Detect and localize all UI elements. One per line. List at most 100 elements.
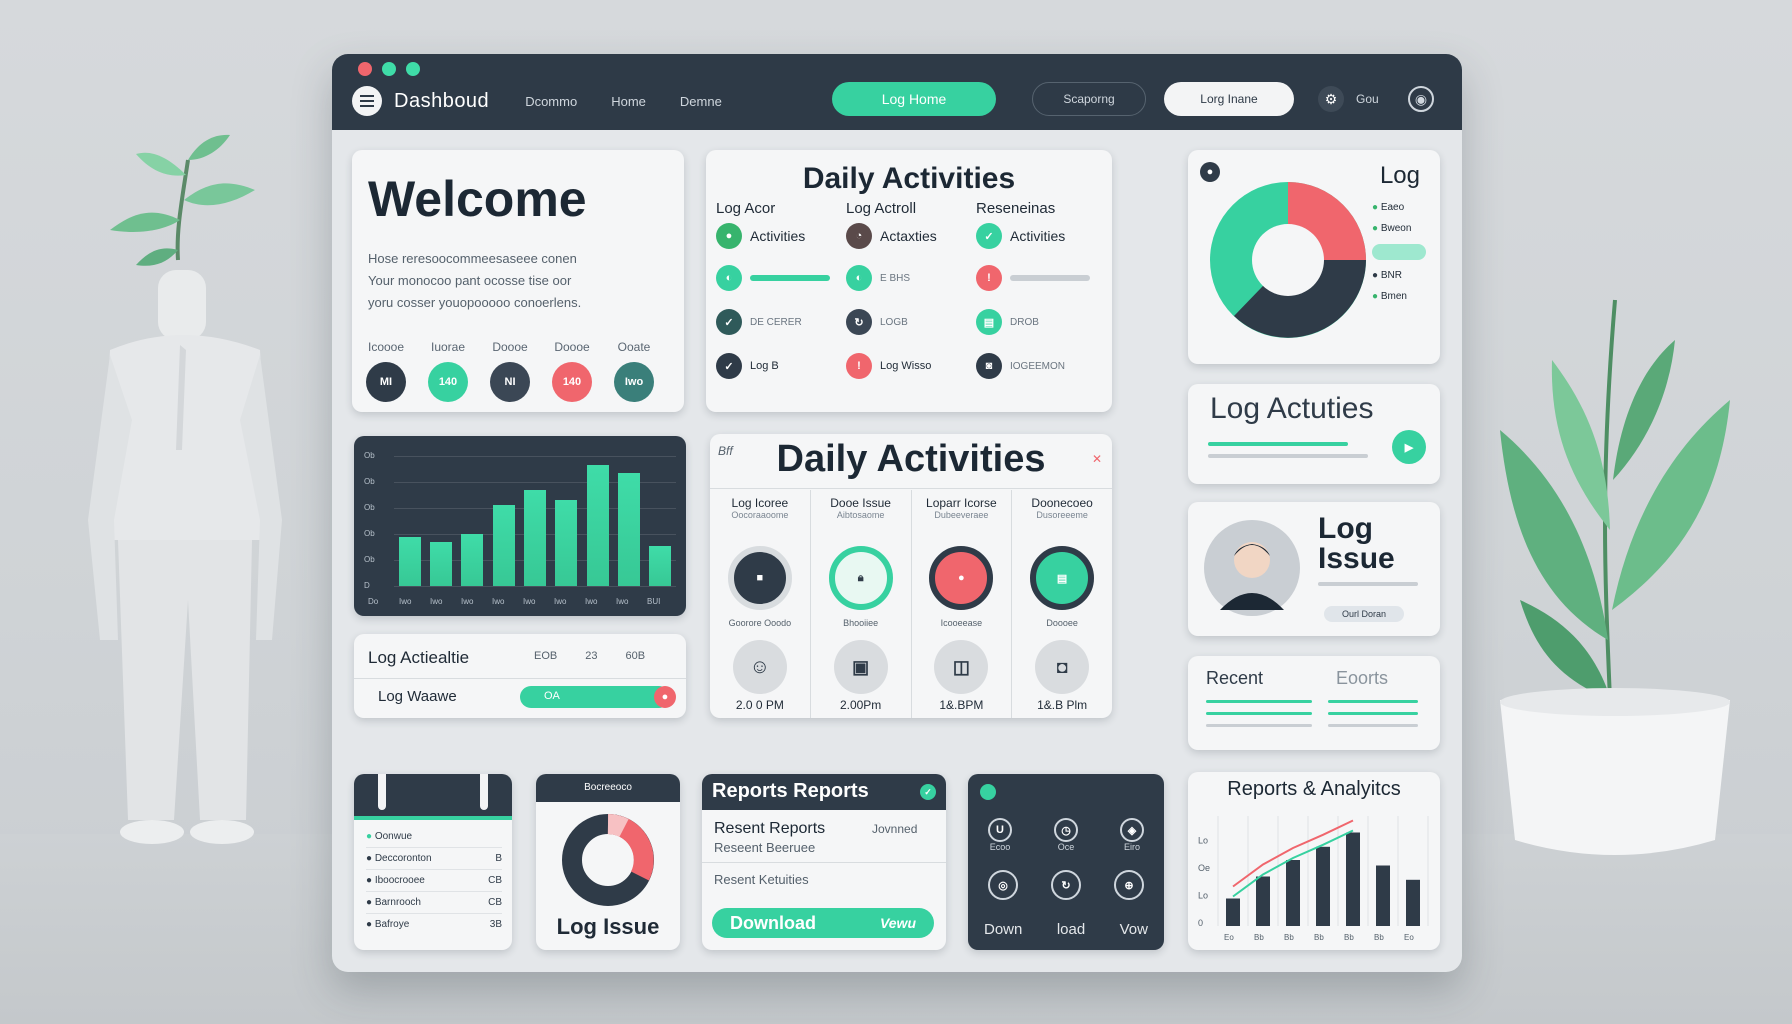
- column-sub: Dusoreeeme: [1036, 510, 1088, 520]
- calendar-item[interactable]: ● Deccoronton B: [366, 848, 502, 870]
- activity-row[interactable]: ◐ E BHS: [846, 265, 972, 291]
- nav-link-3[interactable]: Demne: [680, 94, 722, 109]
- download-button[interactable]: Download: [730, 913, 816, 934]
- activity-row[interactable]: ✓ Activities: [976, 223, 1102, 249]
- bar[interactable]: [586, 465, 609, 586]
- donut-header: Bocreeoco: [536, 774, 680, 802]
- download-item[interactable]: ◈ Eiro: [1120, 818, 1144, 852]
- issue-button[interactable]: Ourl Doran: [1324, 606, 1404, 622]
- analytics-bar[interactable]: [1376, 865, 1390, 927]
- row-label: LOGB: [880, 316, 908, 328]
- item-label: Barnrooch: [374, 897, 421, 908]
- bar[interactable]: [618, 472, 640, 586]
- x-tick-label: Do: [368, 597, 379, 606]
- nav-link-1[interactable]: Dcommo: [525, 94, 577, 109]
- alert-icon[interactable]: ●: [929, 546, 994, 610]
- bar[interactable]: [524, 489, 546, 586]
- activity-row[interactable]: ✓ DE CERER: [716, 309, 842, 335]
- stat-item[interactable]: Icoooe MI: [366, 340, 406, 402]
- alert-icon[interactable]: ●: [654, 686, 676, 708]
- stat-item[interactable]: Ooate Iwo: [614, 340, 654, 402]
- view-label[interactable]: Vow: [1120, 921, 1148, 938]
- analytics-bar[interactable]: [1286, 860, 1300, 926]
- daily-columns: Log Acor ● Activities ◐ ✓ DE CERER ✓ Log B …: [716, 200, 1102, 379]
- issue-donut-chart: [562, 814, 654, 906]
- calendar-item[interactable]: ● Iboocrooee CB: [366, 870, 502, 892]
- download-icons-bottom: ◎ ↻ ⊕: [988, 870, 1144, 900]
- outline-button[interactable]: Scaporng: [1032, 82, 1146, 116]
- bar[interactable]: [430, 541, 452, 586]
- stat-label: Iuorae: [430, 340, 466, 354]
- close-dot-icon[interactable]: [358, 62, 372, 76]
- document-icon[interactable]: ▤: [1030, 546, 1095, 610]
- download-icons-top: U Ecoo ◷ Oce ◈ Eiro: [988, 818, 1144, 852]
- view-button[interactable]: Vewu: [880, 915, 916, 931]
- download-label[interactable]: Down: [984, 921, 1022, 938]
- check-icon: ✓: [716, 353, 742, 379]
- activity-row[interactable]: ✓ Log B: [716, 353, 842, 379]
- stat-text: 60B: [625, 650, 646, 662]
- bar[interactable]: [398, 536, 421, 586]
- stat-item[interactable]: Doooe 140: [552, 340, 592, 402]
- bar[interactable]: [492, 505, 515, 586]
- play-icon[interactable]: ▶: [1392, 430, 1426, 464]
- column-caption: Bhooiiee: [843, 618, 879, 628]
- menu-icon[interactable]: [352, 86, 382, 116]
- light-button[interactable]: Lorg Inane: [1164, 82, 1294, 116]
- activity-row[interactable]: ↻ LOGB: [846, 309, 972, 335]
- x-tick-label: Bb: [1344, 933, 1354, 942]
- download-item[interactable]: U Ecoo: [988, 818, 1012, 852]
- person-avatar-icon: ☺: [732, 640, 787, 694]
- maximize-dot-icon[interactable]: [406, 62, 420, 76]
- analytics-bar[interactable]: [1316, 846, 1330, 926]
- calendar-item[interactable]: ● Oonwue: [366, 826, 502, 848]
- analytics-bar[interactable]: [1256, 876, 1270, 927]
- calendar-item[interactable]: ● Bafroye 3B: [366, 914, 502, 935]
- calendar-item[interactable]: ● Barnrooch CB: [366, 892, 502, 914]
- lock-icon[interactable]: 🔒︎: [828, 546, 893, 610]
- grid-line: [394, 586, 676, 587]
- stat-item[interactable]: Iuorae 140: [428, 340, 468, 402]
- x-tick-label: Bb: [1284, 933, 1294, 942]
- activity-row[interactable]: ◔ Actaxties: [846, 223, 972, 249]
- analytics-bar[interactable]: [1226, 898, 1240, 927]
- row-label: Actaxties: [880, 228, 937, 244]
- activity-row[interactable]: ● Activities: [716, 223, 842, 249]
- daily-activities-panel: Bff Daily Activities ✕ Log Icoree Oocora…: [710, 434, 1112, 718]
- activity-row[interactable]: ▤ DROB: [976, 309, 1102, 335]
- record-icon[interactable]: ■: [727, 546, 792, 610]
- activity-row[interactable]: !: [976, 265, 1102, 291]
- nav-link-2[interactable]: Home: [611, 94, 646, 109]
- bar[interactable]: [649, 545, 672, 586]
- refresh-icon[interactable]: ↻: [1051, 870, 1081, 900]
- load-label[interactable]: load: [1057, 921, 1085, 938]
- stat-label: Ooate: [617, 340, 651, 354]
- legend-pill[interactable]: [1372, 244, 1426, 260]
- bar[interactable]: [461, 534, 484, 586]
- activity-row[interactable]: ◐: [716, 265, 842, 291]
- settings-icon[interactable]: ⚙: [1318, 86, 1344, 112]
- calendar-card: ● Oonwue ● Deccoronton B ● Iboocrooee CB ●…: [354, 774, 512, 950]
- globe-icon[interactable]: ⊕: [1114, 870, 1144, 900]
- target-icon[interactable]: ◎: [988, 870, 1018, 900]
- close-icon[interactable]: ✕: [1092, 452, 1102, 466]
- top-navigation-bar: Dashboud Dcommo Home Demne Log Home Scap…: [332, 54, 1462, 130]
- download-item[interactable]: ◷ Oce: [1054, 818, 1078, 852]
- log-home-button[interactable]: Log Home: [832, 82, 996, 116]
- minimize-dot-icon[interactable]: [382, 62, 396, 76]
- alert-icon: !: [846, 353, 872, 379]
- clock-icon: ◷: [1054, 818, 1078, 842]
- activity-row[interactable]: ◙ IOGEEMON: [976, 353, 1102, 379]
- activity-column: Loparr Icorse Dubeeveraee ● Icooeease ◫ …: [912, 490, 1013, 718]
- row-label: DE CERER: [750, 316, 802, 328]
- bar[interactable]: [555, 500, 578, 586]
- log-progress-button[interactable]: OA: [520, 686, 670, 708]
- analytics-bar[interactable]: [1406, 879, 1420, 926]
- download-bar: Download Vewu: [712, 908, 934, 938]
- analytics-bar[interactable]: [1346, 832, 1360, 927]
- daily-panel-title: Daily Activities: [776, 438, 1046, 480]
- legend-label: Bmen: [1380, 291, 1407, 302]
- user-avatar-icon[interactable]: ◉: [1408, 86, 1434, 112]
- stat-item[interactable]: Doooe NI: [490, 340, 530, 402]
- activity-row[interactable]: ! Log Wisso: [846, 353, 972, 379]
